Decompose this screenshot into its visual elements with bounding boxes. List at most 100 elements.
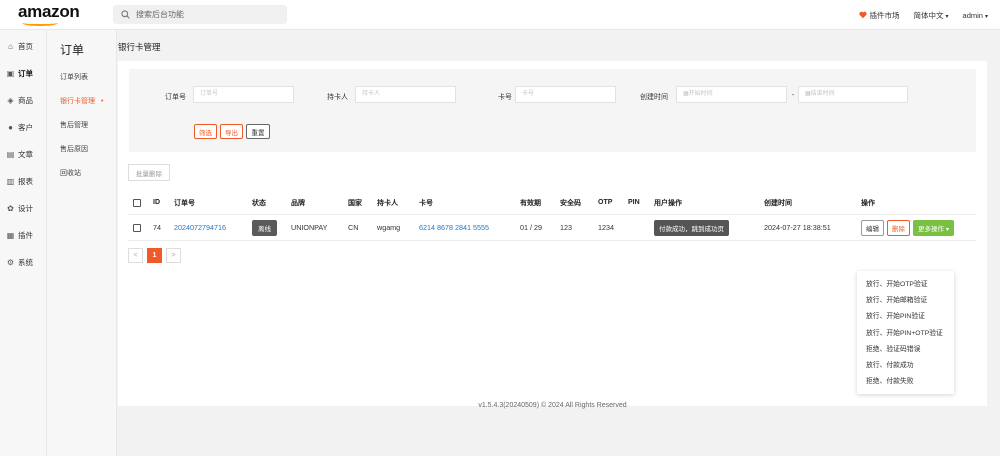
chevron-down-icon: ▾: [945, 13, 949, 20]
cell-actions: 编辑 删除 更多操作 ▾: [861, 215, 957, 240]
subnav-label: 银行卡管理: [60, 98, 95, 105]
col-status[interactable]: 状态: [252, 191, 266, 214]
col-expiry[interactable]: 有效期: [520, 191, 541, 214]
subnav-item-after-sales[interactable]: 售后管理: [47, 113, 116, 137]
batch-delete-button[interactable]: 批量删除: [128, 164, 170, 181]
search-input[interactable]: 搜索后台功能: [113, 5, 287, 24]
end-date-input[interactable]: ▦结束时间: [798, 86, 908, 103]
subnav-label: 订单列表: [60, 74, 88, 81]
nav-item-home[interactable]: ⌂ 首页: [0, 33, 46, 60]
order-no-input[interactable]: 订单号: [193, 86, 294, 103]
nav-item-orders[interactable]: ▣ 订单: [0, 60, 46, 87]
col-card-no[interactable]: 卡号: [419, 191, 433, 214]
more-actions-menu: 放行、开始OTP验证 放行、开始邮箱验证 放行、开始PIN验证 放行、开始PIN…: [857, 271, 954, 394]
col-brand[interactable]: 品牌: [291, 191, 305, 214]
card-no-label: 卡号: [498, 94, 512, 101]
cell-user-action: 付款成功，跳到成功页: [654, 215, 729, 240]
left-nav: ⌂ 首页 ▣ 订单 ◈ 商品 ● 客户 ▤ 文章 ▥ 报表 ✿ 设计 ▦ 插件 ⚙ 系统: [0, 30, 47, 456]
cell-status: 离线: [252, 215, 277, 240]
nav-item-system[interactable]: ⚙ 系统: [0, 249, 46, 276]
plugin-market-label: 插件市场: [869, 10, 900, 20]
cell-order-no-link[interactable]: 2024072794716: [174, 215, 226, 240]
edit-button[interactable]: 编辑: [861, 219, 884, 236]
order-icon: ▣: [6, 69, 15, 78]
footer-copyright: v1.5.4.3(20240509) © 2024 All Rights Res…: [478, 402, 627, 409]
holder-label: 持卡人: [327, 94, 348, 101]
holder-input[interactable]: 持卡人: [355, 86, 456, 103]
col-holder[interactable]: 持卡人: [377, 191, 398, 214]
language-select[interactable]: 简体中文 ▾: [914, 10, 949, 21]
col-actions: 操作: [861, 199, 875, 207]
user-menu[interactable]: admin ▾: [963, 11, 988, 20]
table-row: 74 2024072794716 离线 UNIONPAY CN wgamg 62…: [128, 215, 976, 241]
order-no-label: 订单号: [165, 94, 186, 101]
col-country[interactable]: 国家: [348, 191, 362, 214]
customer-icon: ●: [8, 123, 13, 132]
menu-item-payment-success[interactable]: 放行、付款成功: [857, 356, 954, 372]
subnav-item-bank-cards[interactable]: 银行卡管理 •: [47, 89, 116, 113]
nav-item-plugins[interactable]: ▦ 插件: [0, 222, 46, 249]
cell-brand: UNIONPAY: [291, 223, 328, 232]
end-date-placeholder: 结束时间: [810, 91, 835, 97]
col-pin[interactable]: PIN: [628, 191, 640, 214]
col-otp[interactable]: OTP: [598, 191, 612, 214]
col-order-no[interactable]: 订单号: [174, 191, 195, 214]
next-page-button[interactable]: >: [166, 248, 181, 263]
report-icon: ▥: [6, 177, 15, 186]
col-created-time[interactable]: 创建时间: [764, 191, 792, 214]
nav-item-products[interactable]: ◈ 商品: [0, 87, 46, 114]
subnav-item-order-list[interactable]: 订单列表: [47, 65, 116, 89]
start-date-placeholder: 开始时间: [688, 91, 713, 97]
col-id[interactable]: ID: [153, 191, 160, 214]
menu-item-start-pin-otp[interactable]: 放行、开始PIN+OTP验证: [857, 324, 954, 340]
search-icon: [121, 10, 130, 19]
row-checkbox[interactable]: [133, 215, 141, 240]
cell-cvv: 123: [560, 223, 572, 232]
heart-icon: [858, 11, 867, 19]
select-all-checkbox[interactable]: [133, 191, 141, 214]
menu-item-payment-failed[interactable]: 拒绝、付款失败: [857, 372, 954, 388]
plugin-icon: ▦: [6, 231, 15, 240]
menu-item-start-pin[interactable]: 放行、开始PIN验证: [857, 307, 954, 323]
search-placeholder: 搜索后台功能: [136, 10, 184, 19]
menu-item-start-email[interactable]: 放行、开始邮箱验证: [857, 291, 954, 307]
prev-page-button[interactable]: <: [128, 248, 143, 263]
plugin-market-link[interactable]: 插件市场: [858, 10, 900, 21]
subnav-item-recycle-bin[interactable]: 回收站: [47, 161, 116, 185]
home-icon: ⌂: [8, 42, 13, 51]
filter-button[interactable]: 筛选: [194, 124, 217, 139]
cell-otp: 1234: [598, 223, 614, 232]
menu-item-reject-code-error[interactable]: 拒绝、验证码错误: [857, 340, 954, 356]
date-separator: -: [792, 92, 795, 99]
delete-button[interactable]: 删除: [887, 219, 910, 236]
page-1-button[interactable]: 1: [147, 248, 162, 263]
nav-item-design[interactable]: ✿ 设计: [0, 195, 46, 222]
start-date-input[interactable]: ▦开始时间: [676, 86, 787, 103]
top-bar: amazon 搜索后台功能 插件市场 简体中文 ▾ admin ▾: [0, 0, 1000, 30]
sub-nav: 订单 订单列表 银行卡管理 • 售后管理 售后原因 回收站: [47, 30, 117, 456]
col-cvv[interactable]: 安全码: [560, 191, 581, 214]
cell-card-no-link[interactable]: 6214 8678 2841 5555: [419, 215, 489, 240]
more-actions-button[interactable]: 更多操作 ▾: [913, 219, 955, 236]
nav-item-reports[interactable]: ▥ 报表: [0, 168, 46, 195]
subnav-item-after-sales-reasons[interactable]: 售后原因: [47, 137, 116, 161]
menu-item-start-otp[interactable]: 放行、开始OTP验证: [857, 275, 954, 291]
card-no-input[interactable]: 卡号: [515, 86, 616, 103]
col-user-action[interactable]: 用户操作: [654, 191, 682, 214]
nav-label: 设计: [18, 204, 33, 213]
table-header: ID 订单号 状态 品牌 国家 持卡人 卡号 有效期 安全码 OTP PIN 用…: [128, 191, 976, 215]
filter-panel: 订单号 订单号 持卡人 持卡人 卡号 卡号 创建时间 ▦开始时间 - ▦结束时间…: [129, 69, 976, 152]
nav-label: 插件: [18, 231, 33, 240]
nav-item-articles[interactable]: ▤ 文章: [0, 141, 46, 168]
brand-logo[interactable]: amazon: [18, 2, 80, 22]
content-card: 订单号 订单号 持卡人 持卡人 卡号 卡号 创建时间 ▦开始时间 - ▦结束时间…: [118, 61, 987, 406]
export-button[interactable]: 导出: [220, 124, 243, 139]
article-icon: ▤: [6, 150, 15, 159]
reset-button[interactable]: 重置: [246, 124, 270, 139]
nav-item-customers[interactable]: ● 客户: [0, 114, 46, 141]
created-time-label: 创建时间: [640, 94, 668, 101]
cell-expiry: 01 / 29: [520, 223, 542, 232]
cell-created-time: 2024-07-27 18:38:51: [764, 223, 831, 232]
logo-smile-icon: [22, 20, 58, 26]
user-action-badge: 付款成功，跳到成功页: [654, 219, 729, 236]
